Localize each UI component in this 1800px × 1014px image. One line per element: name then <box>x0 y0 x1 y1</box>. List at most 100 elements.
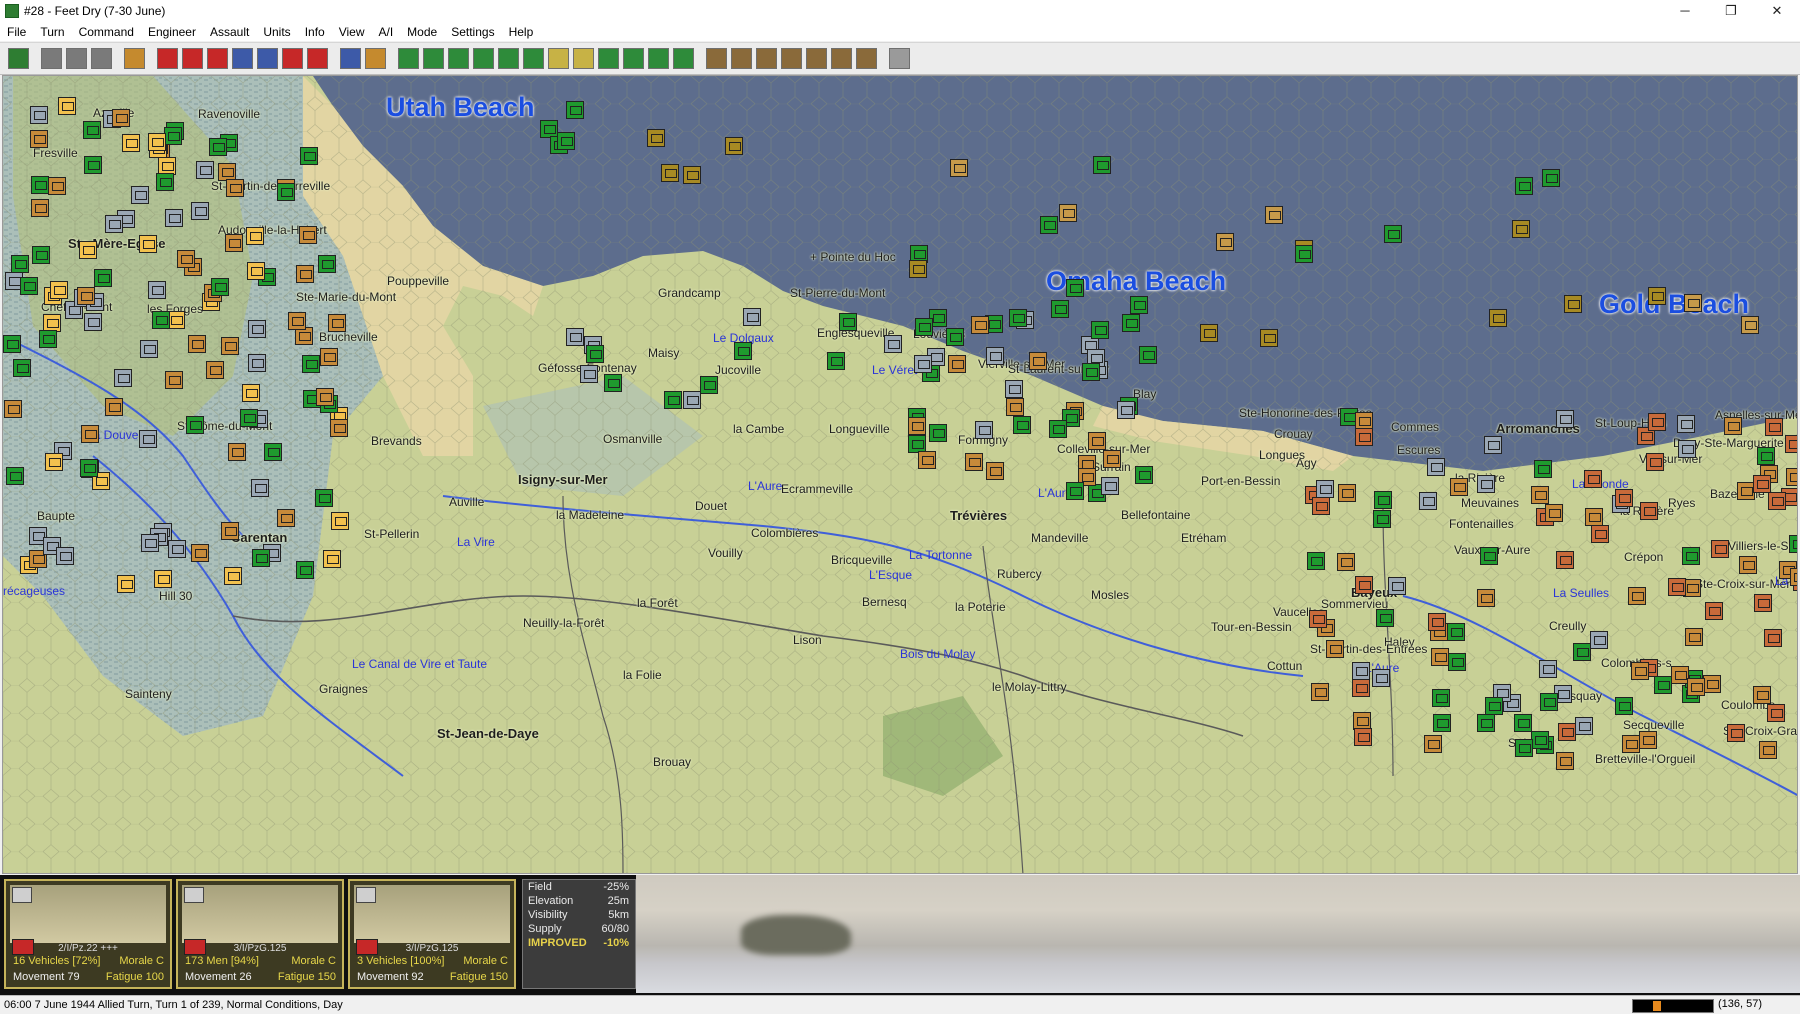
unit-counter[interactable] <box>83 121 101 139</box>
unit-counter[interactable] <box>13 359 31 377</box>
save-game-icon[interactable] <box>41 48 62 69</box>
unit-counter[interactable] <box>1515 177 1533 195</box>
unit-counter[interactable] <box>1450 478 1468 496</box>
unit-counter[interactable] <box>1117 401 1135 419</box>
unit-counter[interactable] <box>139 235 157 253</box>
unit-counter[interactable] <box>131 186 149 204</box>
unit-counter[interactable] <box>58 97 76 115</box>
mini-map-icon[interactable] <box>648 48 669 69</box>
unit-counter[interactable] <box>1428 613 1446 631</box>
unit-counter[interactable] <box>1489 309 1507 327</box>
unit-counter[interactable] <box>1765 418 1783 436</box>
artillery-icon[interactable] <box>257 48 278 69</box>
unit-counter[interactable] <box>288 312 306 330</box>
unit-counter[interactable] <box>566 328 584 346</box>
unit-counter[interactable] <box>1705 602 1723 620</box>
unit-counter[interactable] <box>211 278 229 296</box>
unit-counter[interactable] <box>140 340 158 358</box>
unit-counter[interactable] <box>148 133 166 151</box>
reinforce-icon[interactable] <box>781 48 802 69</box>
new-game-icon[interactable] <box>91 48 112 69</box>
unit-counter[interactable] <box>1591 525 1609 543</box>
unit-counter[interactable] <box>1654 676 1672 694</box>
unit-counter[interactable] <box>1309 610 1327 628</box>
unit-counter[interactable] <box>1542 169 1560 187</box>
assault-icon[interactable] <box>182 48 203 69</box>
unit-counter[interactable] <box>1575 717 1593 735</box>
unit-counter[interactable] <box>700 376 718 394</box>
unit-counter[interactable] <box>77 287 95 305</box>
unit-counter[interactable] <box>1200 324 1218 342</box>
unit-counter[interactable] <box>188 335 206 353</box>
unit-counter[interactable] <box>683 391 701 409</box>
unit-counter[interactable] <box>1539 660 1557 678</box>
unit-counter[interactable] <box>1628 587 1646 605</box>
unit-counter[interactable] <box>1485 697 1503 715</box>
unit-counter[interactable] <box>1424 735 1442 753</box>
unit-counter[interactable] <box>148 281 166 299</box>
unit-counter[interactable] <box>1326 640 1344 658</box>
unit-counter[interactable] <box>1540 693 1558 711</box>
unit-counter[interactable] <box>1739 556 1757 574</box>
unit-counter[interactable] <box>1103 450 1121 468</box>
unit-counter[interactable] <box>32 246 50 264</box>
unit-counter[interactable] <box>1066 482 1084 500</box>
unit-counter[interactable] <box>251 479 269 497</box>
unit-counter[interactable] <box>1757 447 1775 465</box>
unit-counter[interactable] <box>1216 233 1234 251</box>
maximize-button[interactable]: ❐ <box>1708 0 1754 22</box>
unit-counter[interactable] <box>827 352 845 370</box>
menu-mode[interactable]: Mode <box>400 25 444 39</box>
hex-map[interactable]: Utah Beach Omaha Beach Gold Beach Ste-Mè… <box>2 75 1798 874</box>
command-icon[interactable] <box>831 48 852 69</box>
unit-counter[interactable] <box>664 391 682 409</box>
unit-counter[interactable] <box>6 467 24 485</box>
labels-icon[interactable] <box>623 48 644 69</box>
unit-counter[interactable] <box>1337 553 1355 571</box>
supply-icon[interactable] <box>756 48 777 69</box>
unit-counter[interactable] <box>315 489 333 507</box>
unit-counter[interactable] <box>725 137 743 155</box>
attack-icon[interactable] <box>157 48 178 69</box>
unit-counter[interactable] <box>1130 296 1148 314</box>
org-icon[interactable] <box>856 48 877 69</box>
menu-turn[interactable]: Turn <box>33 25 71 39</box>
hide-icon[interactable] <box>340 48 361 69</box>
unit-counter[interactable] <box>1622 735 1640 753</box>
unit-counter[interactable] <box>1093 156 1111 174</box>
lock-icon[interactable] <box>706 48 727 69</box>
unit-counter[interactable] <box>1307 552 1325 570</box>
unit-counter[interactable] <box>209 138 227 156</box>
unit-counter[interactable] <box>1338 484 1356 502</box>
unit-counter[interactable] <box>1531 731 1549 749</box>
unit-counter[interactable] <box>152 311 170 329</box>
unit-counter[interactable] <box>221 522 239 540</box>
unit-counter[interactable] <box>168 540 186 558</box>
unit-counter[interactable] <box>946 328 964 346</box>
unit-counter[interactable] <box>1786 468 1797 486</box>
unit-counter[interactable] <box>228 443 246 461</box>
unit-counter[interactable] <box>1051 300 1069 318</box>
zoom-out-icon[interactable] <box>423 48 444 69</box>
unit-counter[interactable] <box>112 109 130 127</box>
air-strike-icon[interactable] <box>232 48 253 69</box>
flag-icon[interactable] <box>523 48 544 69</box>
unit-counter[interactable] <box>1122 314 1140 332</box>
unit-counter[interactable] <box>156 173 174 191</box>
unit-counter[interactable] <box>1029 352 1047 370</box>
unit-counter[interactable] <box>1316 480 1334 498</box>
unit-counter[interactable] <box>1101 477 1119 495</box>
unit-counter[interactable] <box>986 462 1004 480</box>
unit-counter[interactable] <box>1678 440 1696 458</box>
unit-counter[interactable] <box>84 313 102 331</box>
zoom-in-icon[interactable] <box>398 48 419 69</box>
unit-counter[interactable] <box>1135 466 1153 484</box>
unit-counter[interactable] <box>586 345 604 363</box>
unit-counter[interactable] <box>296 265 314 283</box>
unit-counter[interactable] <box>1648 287 1666 305</box>
unit-counter[interactable] <box>1427 458 1445 476</box>
unit-counter[interactable] <box>1431 648 1449 666</box>
unit-counter[interactable] <box>1534 460 1552 478</box>
unit-counter[interactable] <box>177 250 195 268</box>
unit-counter[interactable] <box>1631 662 1649 680</box>
